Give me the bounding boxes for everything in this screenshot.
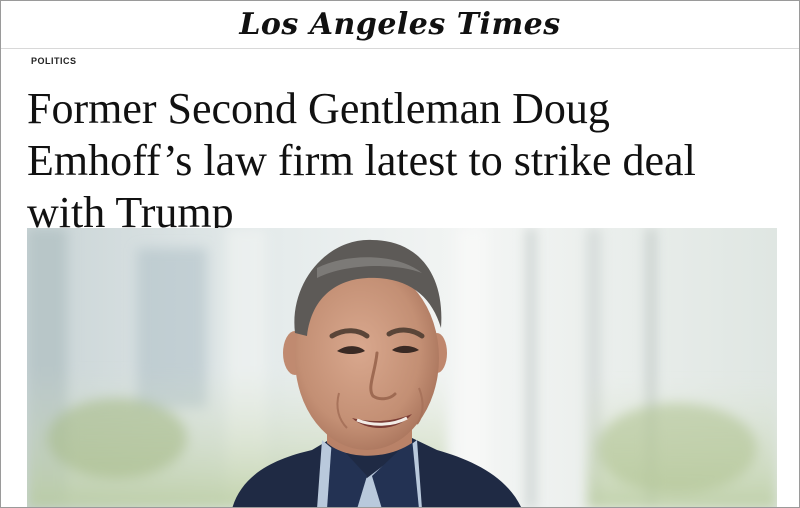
section-label[interactable]: POLITICS <box>31 56 77 66</box>
masthead: Los Angeles Times <box>1 1 799 49</box>
man-in-suit-photo <box>27 228 777 507</box>
page-frame: Los Angeles Times POLITICS Former Second… <box>0 0 800 508</box>
article-headline: Former Second Gentleman Doug Emhoff’s la… <box>27 84 696 237</box>
hero-image <box>27 228 777 507</box>
site-logo[interactable]: Los Angeles Times <box>239 7 560 42</box>
